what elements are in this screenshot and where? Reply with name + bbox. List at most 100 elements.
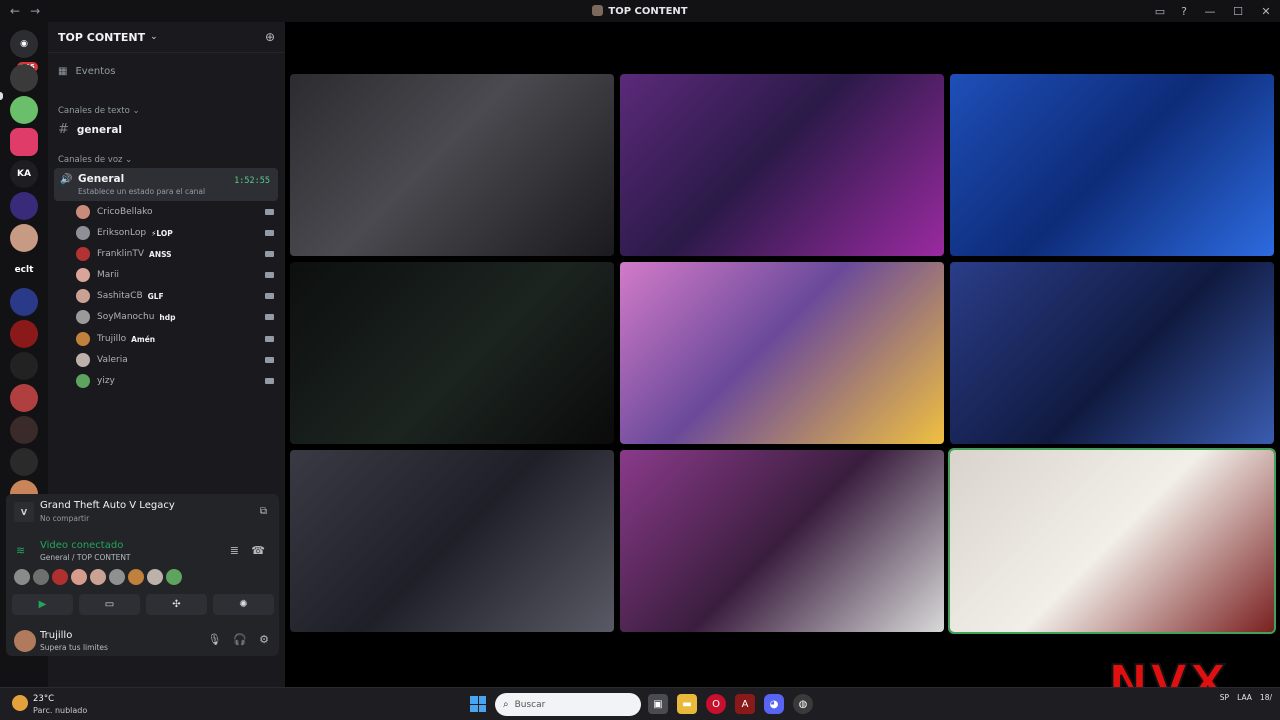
server-header[interactable]: TOP CONTENT ⌄ ⊕ [48, 22, 285, 53]
voice-member[interactable]: Marii [76, 266, 274, 284]
video-tile[interactable] [950, 74, 1274, 256]
signal-icon[interactable]: ≋ [16, 544, 25, 557]
member-tag: ⚡LOP [151, 228, 173, 238]
help-icon[interactable]: ? [1172, 0, 1196, 22]
avatar [76, 332, 90, 346]
opera-icon[interactable]: O [706, 694, 726, 714]
text-category[interactable]: Canales de texto ⌄ [58, 106, 140, 116]
server-icon-5[interactable] [10, 192, 38, 220]
file-explorer-icon[interactable]: ▬ [677, 694, 697, 714]
task-view-icon[interactable]: ▣ [648, 694, 668, 714]
server-icon-3[interactable] [10, 128, 38, 156]
server-icon-12[interactable] [10, 448, 38, 476]
server-icon-9[interactable] [10, 352, 38, 380]
voice-channel-general[interactable]: 🔊 General Establece un estado para el ca… [54, 168, 278, 201]
camera-icon[interactable]: ▶ [12, 594, 73, 615]
forward-arrow-icon[interactable]: → [30, 4, 40, 18]
voice-member[interactable]: yizy [76, 372, 274, 390]
server-icon-11[interactable] [10, 416, 38, 444]
microphone-icon[interactable]: 🎙 [207, 633, 221, 646]
video-tile[interactable] [290, 262, 614, 444]
back-arrow-icon[interactable]: ← [10, 4, 20, 18]
weather-temp: 23°C [33, 694, 55, 704]
tray-lang2[interactable]: LAA [1237, 693, 1252, 702]
soundboard-icon[interactable]: ✺ [213, 594, 274, 615]
headphones-icon[interactable]: 🎧 [233, 633, 247, 646]
participant-avatar[interactable] [71, 569, 87, 585]
member-name: yizy [97, 376, 115, 386]
clock[interactable]: 18/ [1260, 692, 1272, 703]
voice-category[interactable]: Canales de voz ⌄ [58, 155, 132, 165]
participant-avatar[interactable] [90, 569, 106, 585]
server-icon [592, 5, 604, 16]
video-icon [265, 336, 274, 342]
taskbar-search[interactable]: ⌕ Buscar [495, 693, 641, 716]
voice-member[interactable]: Valeria [76, 351, 274, 369]
voice-member[interactable]: SoyManochu hdp [76, 308, 274, 326]
share-status: No compartir [40, 514, 90, 523]
events-item[interactable]: ▦ Eventos [58, 66, 115, 77]
participant-avatar[interactable] [147, 569, 163, 585]
participant-avatar[interactable] [14, 569, 30, 585]
member-name: CricoBellako [97, 207, 153, 217]
voice-member[interactable]: Trujillo Amén [76, 330, 274, 348]
voice-category-label: Canales de voz [58, 155, 123, 165]
home-server-icon[interactable]: ◉ [10, 30, 38, 58]
discord-icon[interactable]: ◕ [764, 694, 784, 714]
video-tile[interactable] [950, 262, 1274, 444]
server-icon-4[interactable]: KA [10, 160, 38, 188]
participant-avatar[interactable] [52, 569, 68, 585]
video-tile[interactable] [290, 74, 614, 256]
tray-lang[interactable]: SP [1220, 693, 1229, 702]
events-label: Eventos [75, 66, 116, 77]
participant-avatar[interactable] [33, 569, 49, 585]
video-tile[interactable] [948, 448, 1276, 634]
minimize-icon[interactable]: — [1196, 0, 1224, 22]
server-icon-6[interactable] [10, 224, 38, 252]
video-tile[interactable] [620, 262, 944, 444]
close-icon[interactable]: ✕ [1252, 0, 1280, 22]
hash-icon: # [58, 122, 69, 137]
gear-icon[interactable]: ⚙ [259, 633, 269, 646]
screen-share-icon[interactable]: ▭ [79, 594, 140, 615]
participant-avatar[interactable] [109, 569, 125, 585]
voice-member[interactable]: EriksonLop ⚡LOP [76, 224, 274, 242]
connection-location[interactable]: General / TOP CONTENT [40, 553, 131, 562]
text-channel-general[interactable]: # general [58, 122, 122, 137]
video-tile[interactable] [620, 450, 944, 632]
video-icon [265, 314, 274, 320]
server-icon-eclt[interactable]: eclt [10, 256, 38, 284]
voice-member[interactable]: FranklinTV ANSS [76, 245, 274, 263]
server-icon-2[interactable] [10, 96, 38, 124]
user-status: Supera tus limites [40, 643, 108, 652]
maximize-icon[interactable]: ☐ [1224, 0, 1252, 22]
obs-icon[interactable]: ◍ [793, 694, 813, 714]
add-member-icon[interactable]: ⊕ [265, 30, 275, 44]
server-icon-10[interactable] [10, 384, 38, 412]
windows-start-icon[interactable] [470, 696, 486, 712]
voice-member[interactable]: CricoBellako [76, 203, 274, 221]
participant-avatar[interactable] [128, 569, 144, 585]
video-tile[interactable] [620, 74, 944, 256]
voice-member[interactable]: SashitaCB GLF [76, 287, 274, 305]
server-icon-7[interactable] [10, 288, 38, 316]
avatar[interactable] [14, 630, 36, 652]
channel-status[interactable]: Establece un estado para el canal [78, 187, 205, 196]
member-name: FranklinTV [97, 249, 145, 259]
inbox-icon[interactable]: ▭ [1148, 0, 1172, 22]
member-name: SashitaCB [97, 291, 143, 301]
video-tile[interactable] [290, 450, 614, 632]
participant-avatar[interactable] [166, 569, 182, 585]
activities-icon[interactable]: ✣ [146, 594, 207, 615]
server-icon-8[interactable] [10, 320, 38, 348]
noise-suppression-icon[interactable]: ≣ [230, 544, 239, 557]
member-name: SoyManochu [97, 312, 155, 322]
member-tag: Amén [131, 334, 156, 344]
avatar [76, 268, 90, 282]
stream-game-icon[interactable]: ⧉ [260, 506, 267, 517]
server-icon-1[interactable] [10, 64, 38, 92]
weather-desc: Parc. nublado [33, 706, 88, 715]
disconnect-icon[interactable]: ☎ [251, 544, 265, 557]
app-icon[interactable]: A [735, 694, 755, 714]
history-nav: ← → [0, 4, 40, 18]
